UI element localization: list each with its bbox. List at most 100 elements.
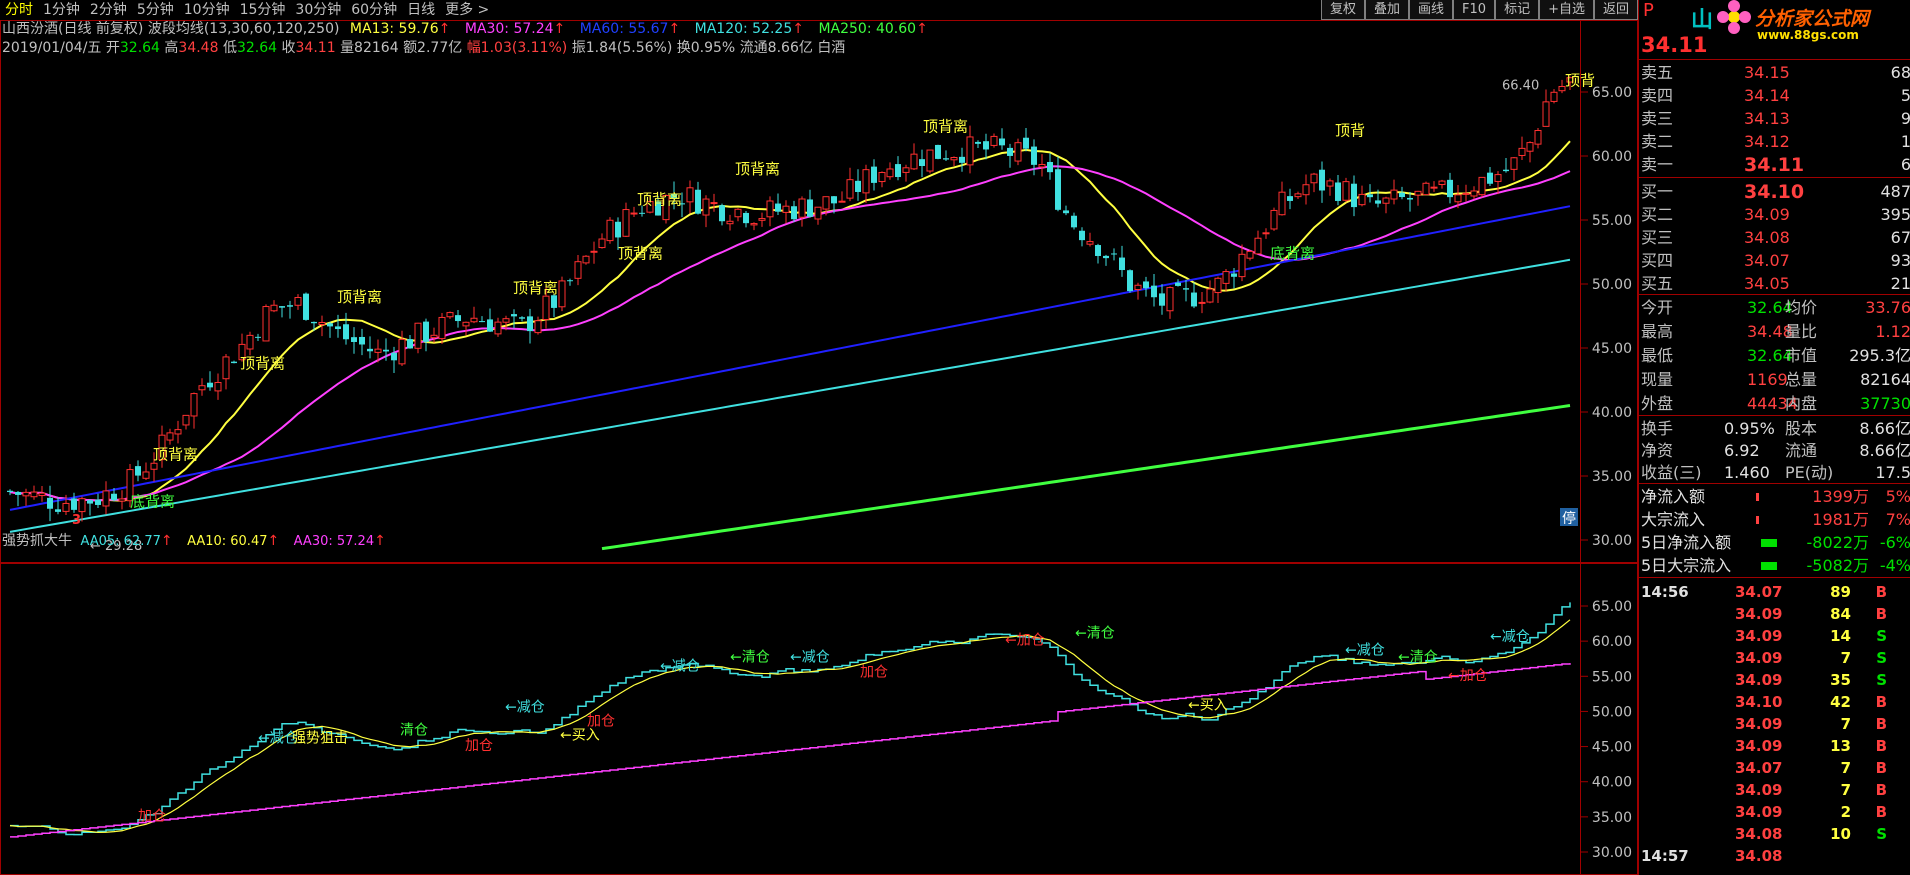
candle-body <box>1454 194 1462 203</box>
money-flow-row: 大宗流入 1981万 7% <box>1641 510 1910 529</box>
candle-body <box>902 167 910 173</box>
price-tick-label: 55.00 <box>1592 213 1632 229</box>
candle-body <box>766 200 774 218</box>
candle-body <box>719 205 725 222</box>
flow-bar <box>1756 493 1759 501</box>
divergence-label-top: 顶背 <box>1565 72 1595 90</box>
candle-body <box>182 414 190 426</box>
sub-tick-label: 45.00 <box>1592 740 1632 756</box>
candle-body <box>630 212 638 215</box>
candle-body <box>639 212 645 214</box>
stop-badge-label: 停 <box>1562 510 1576 527</box>
candle-body <box>311 321 317 324</box>
signal-label: ←清仓 <box>1398 650 1438 666</box>
candle-body <box>871 166 877 183</box>
candle-body <box>1494 174 1502 182</box>
divergence-label-bottom: 底背离 <box>130 493 175 511</box>
candle-body <box>1063 210 1069 214</box>
price-tick-label: 35.00 <box>1592 469 1632 485</box>
ask-row: 卖一 34.11 6 <box>1641 154 1910 176</box>
ask-row: 卖五 34.15 68 <box>1641 63 1910 82</box>
ask-row: 卖四 34.14 5 <box>1641 86 1910 105</box>
ma120-line <box>9 258 1571 533</box>
candle-body <box>1478 176 1486 196</box>
divergence-label-top: 顶背离 <box>153 445 198 463</box>
candle-body <box>231 361 237 364</box>
candle-body <box>1055 169 1061 210</box>
candle-body <box>111 493 117 501</box>
price-tick-label: 30.00 <box>1592 533 1632 549</box>
candle-body <box>1151 285 1157 298</box>
candle-body <box>1358 193 1366 206</box>
logo-url: www.88gs.com <box>1757 28 1859 42</box>
tick-row: 34.09 7 S <box>1735 649 1887 667</box>
candle-body <box>207 382 213 388</box>
candle-body <box>135 466 141 476</box>
tick-row: 34.07 7 B <box>1735 759 1887 777</box>
candle-body <box>95 499 101 505</box>
candle-body <box>479 321 485 323</box>
candle-body <box>262 306 270 342</box>
candle-body <box>391 352 397 361</box>
candle-body <box>367 348 373 352</box>
tick-row: 34.08 10 S <box>1735 825 1887 843</box>
divergence-label-top: 顶背 <box>1335 122 1365 140</box>
aa30-value: AA30: 57.24 <box>293 534 375 549</box>
stat2-row: 收益(三) 1.460 PE(动) 17.5 <box>1641 463 1910 482</box>
tick-row: 34.09 13 B <box>1735 737 1887 755</box>
candle-body <box>782 205 790 213</box>
candle-body <box>1367 194 1373 198</box>
ma30-line <box>9 165 1571 502</box>
sub-tick-label: 65.00 <box>1592 599 1632 615</box>
candle-body <box>734 208 742 218</box>
candle-body <box>487 319 493 332</box>
kline-chart[interactable]: 顶背离顶背离顶背离 顶背离顶背离顶背离顶背离顶背离 顶背顶背底背离底背离66.40←… <box>0 0 1638 875</box>
candle-body <box>214 382 222 392</box>
candle-body <box>702 198 710 216</box>
quote-panel: P 山 分析家公式网 www.88gs.com 34.11 卖五 34.15 68 卖… <box>1638 0 1910 875</box>
price-tick-label: 45.00 <box>1592 341 1632 357</box>
candle-body <box>1294 193 1302 198</box>
candle-body <box>1390 189 1398 200</box>
price-tick-label: 65.00 <box>1592 85 1632 101</box>
signal-label: 加仓 <box>138 808 166 824</box>
candle-body <box>551 295 557 308</box>
candle-body <box>990 135 998 146</box>
flow-bar <box>1761 539 1777 547</box>
candle-body <box>615 221 621 238</box>
candle-body <box>1487 172 1493 184</box>
candle-body <box>446 312 454 318</box>
divergence-label-top: 顶背离 <box>618 244 663 262</box>
candle-body <box>959 156 965 163</box>
candle-body <box>1143 281 1149 289</box>
up-arrow-icon: ↑ <box>160 533 173 549</box>
candle-body <box>1319 169 1325 191</box>
candle-body <box>1231 273 1237 277</box>
money-flow-row: 净流入额 1399万 5% <box>1641 487 1910 506</box>
candle-body <box>710 202 718 205</box>
candle-body <box>1382 197 1390 204</box>
candle-body <box>78 498 86 513</box>
candle-body <box>1047 161 1053 173</box>
bid-row: 买三 34.08 67 <box>1641 228 1910 247</box>
candle-body <box>359 336 365 345</box>
aa05-value: AA05: 62.77 <box>80 534 161 549</box>
candle-body <box>1023 137 1029 149</box>
candle-body <box>622 209 630 237</box>
signal-label: 清仓 <box>400 723 428 739</box>
candle-body <box>966 136 974 166</box>
candle-body <box>1159 293 1165 306</box>
candle-body <box>1407 197 1413 200</box>
ask-row: 卖二 34.12 1 <box>1641 132 1910 151</box>
candle-body <box>1198 301 1206 304</box>
candle-body <box>198 385 206 391</box>
candle-body <box>943 158 949 160</box>
signal-label: ←加仓 <box>1448 668 1488 684</box>
candle-body <box>574 261 582 279</box>
candle-body <box>999 138 1005 146</box>
candle-body <box>102 490 110 507</box>
candle-body <box>878 172 886 183</box>
candle-body <box>1238 253 1246 278</box>
candle-body <box>142 471 150 479</box>
candle-body <box>255 336 261 338</box>
